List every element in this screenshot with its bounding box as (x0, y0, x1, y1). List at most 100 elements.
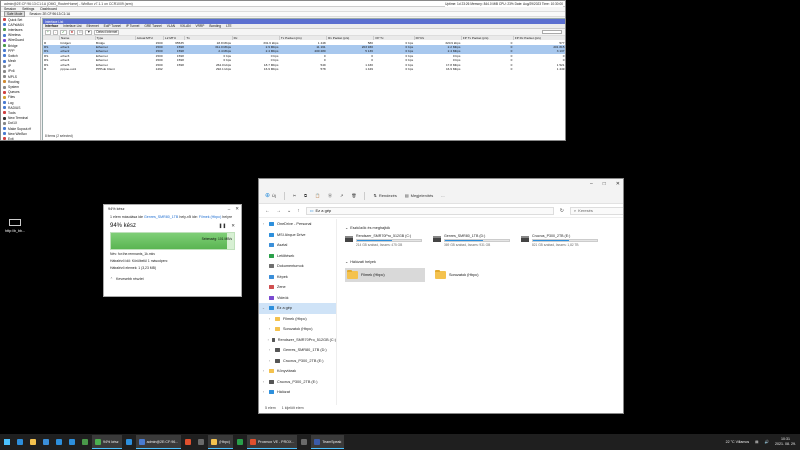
interface-tab[interactable]: LTE (226, 24, 232, 28)
menu-dashboard[interactable]: Dashboard (40, 7, 57, 11)
search-input[interactable]: ⌕ Keresés (569, 206, 623, 215)
interface-tab[interactable]: Interface List (63, 24, 81, 28)
chevron-icon[interactable]: ⌄ (261, 306, 266, 310)
taskbar-app[interactable] (182, 435, 194, 449)
taskbar-app[interactable] (53, 435, 65, 449)
sort-button[interactable]: ⇅ Rendezés (373, 193, 396, 198)
add-button[interactable]: + (45, 29, 51, 35)
table-row[interactable]: Rpppoe-out1 PPPoE Client 1492 292.1 kbps 16.… (43, 67, 565, 71)
chevron-icon[interactable]: › (261, 380, 266, 384)
nav-item[interactable]: › Genres_SMR80_1TB (D:) (259, 345, 336, 356)
enable-button[interactable]: ✔ (59, 29, 67, 35)
interface-tab[interactable]: Bonding (209, 24, 221, 28)
taskbar-app[interactable] (234, 435, 246, 449)
rename-button[interactable]: Ⓐ (328, 193, 332, 199)
taskbar-app[interactable]: TeamSpeak (311, 435, 345, 449)
drives-section-header[interactable]: ⌄ Eszközök és meghajtók (345, 225, 619, 231)
up-arrow-icon[interactable]: ↑ (297, 208, 300, 214)
disable-button[interactable]: ✖ (68, 29, 76, 35)
nav-item[interactable]: › Rendszer_SMR70Pro_512GB (C:) (259, 335, 336, 346)
nav-item[interactable]: Videók (259, 293, 336, 304)
taskbar-app[interactable] (27, 435, 39, 449)
interface-tab[interactable]: VRRP (196, 24, 205, 28)
weather-widget[interactable]: 22 °C Villamos (726, 440, 750, 444)
volume-icon[interactable]: 🔊 (765, 440, 769, 444)
drive-tile[interactable]: Crucrus_P300_2TB (E:) 821 GB szabad, össz… (521, 234, 601, 247)
interface-tab[interactable]: VXLAN (180, 24, 190, 28)
remove-button[interactable]: - (52, 29, 58, 35)
taskbar-app[interactable]: Proxmox VE - PROX... (247, 435, 298, 449)
taskbar-app[interactable]: (Hbpc) (208, 435, 234, 449)
taskbar-app[interactable] (195, 435, 207, 449)
nav-item[interactable]: › Hálózat (259, 387, 336, 398)
chevron-down-icon[interactable]: ⌄ (287, 208, 291, 214)
desktop-shortcut[interactable]: http:\\b_bb... (4, 219, 26, 233)
taskbar-app[interactable] (66, 435, 78, 449)
nav-item[interactable]: › Crucrus_P300_2TB (E:) (259, 377, 336, 388)
copy-button[interactable]: ⧉ (304, 193, 307, 198)
copy-destination-link[interactable]: Filmek (Hbpc) (199, 215, 221, 219)
clock[interactable]: 10:31 2021. 08. 29. (775, 437, 796, 447)
nav-item[interactable]: › OneDrive - Personal (259, 219, 336, 230)
sidebar-item[interactable]: Exit (1, 136, 40, 140)
interface-tab[interactable]: GRE Tunnel (144, 24, 161, 28)
chevron-icon[interactable]: › (261, 222, 266, 226)
interface-tab[interactable]: Ethernet (87, 24, 99, 28)
chevron-icon[interactable]: › (267, 327, 272, 331)
interface-tab[interactable]: IP Tunnel (126, 24, 139, 28)
minimize-icon[interactable]: – (228, 207, 231, 212)
copy-source-link[interactable]: Genres_SMR80_1TB (144, 215, 178, 219)
network-section-header[interactable]: ⌄ Hálózati helyek (345, 259, 619, 265)
taskbar-app[interactable]: admin@2E:CF:96... (135, 435, 182, 449)
network-icon[interactable]: ▤ (755, 440, 758, 444)
chevron-icon[interactable]: › (261, 369, 266, 373)
nav-item[interactable]: ⌄ Ez a gép (259, 303, 336, 314)
new-button[interactable]: ⊕ Új (265, 192, 276, 199)
refresh-icon[interactable]: ↻ (560, 208, 564, 214)
address-bar[interactable]: ▭ Ez a gép (305, 206, 554, 215)
fewer-details-button[interactable]: ⌃ Kevesebb részlet (104, 272, 241, 286)
filter-button[interactable]: ▼ (85, 29, 93, 35)
find-input[interactable] (542, 30, 562, 34)
taskbar-app[interactable] (79, 435, 91, 449)
interface-tab[interactable]: Interface (45, 24, 58, 28)
close-icon[interactable]: ✕ (616, 181, 620, 187)
nav-item[interactable]: › Sorozatok (Hbpc) (259, 324, 336, 335)
nav-item[interactable]: Zene (259, 282, 336, 293)
nav-item[interactable]: Letöltések (259, 251, 336, 262)
cut-button[interactable]: ✂ (293, 193, 296, 198)
taskbar-app[interactable] (40, 435, 52, 449)
detect-internet-button[interactable]: Detect Internet (94, 29, 120, 35)
more-button[interactable]: ... (441, 193, 444, 198)
interface-tab[interactable]: EoIP Tunnel (104, 24, 121, 28)
nav-item[interactable]: Képek (259, 272, 336, 283)
chevron-icon[interactable]: › (267, 317, 272, 321)
chevron-icon[interactable]: › (267, 348, 272, 352)
chevron-icon[interactable]: › (267, 338, 269, 342)
taskbar-app[interactable]: 94% kész (92, 435, 122, 449)
taskbar-app[interactable] (14, 435, 26, 449)
back-arrow-icon[interactable]: ← (265, 208, 270, 214)
nav-item[interactable]: › Filmek (Hbpc) (259, 314, 336, 325)
minimize-icon[interactable]: – (590, 181, 593, 187)
nav-item[interactable]: › Crucrus_P300_2TB (E:) (259, 356, 336, 367)
forward-arrow-icon[interactable]: → (276, 208, 281, 214)
interface-tab[interactable]: VLAN (167, 24, 175, 28)
taskbar-app[interactable] (123, 435, 135, 449)
nav-item[interactable]: › Könyvtárak (259, 366, 336, 377)
nav-item[interactable]: Dokumentumok (259, 261, 336, 272)
maximize-icon[interactable]: □ (603, 181, 606, 187)
taskbar-app[interactable] (298, 435, 310, 449)
network-folder[interactable]: Filmek (Hbpc) (345, 268, 425, 282)
copy-dialog-titlebar[interactable]: 94% kész – ✕ (104, 205, 241, 213)
pause-icon[interactable]: ❚❚ (219, 223, 227, 229)
view-button[interactable]: ▤ Megjelenítés (405, 193, 433, 198)
start-button[interactable] (0, 434, 14, 450)
paste-button[interactable]: 📋 (315, 193, 320, 198)
nav-item[interactable]: MSI Airque Drive (259, 230, 336, 241)
network-folder[interactable]: Sorozatok (Hbpc) (433, 268, 513, 282)
share-button[interactable]: ↗ (340, 193, 343, 198)
cancel-icon[interactable]: ✕ (231, 223, 235, 229)
comment-button[interactable]: □ (77, 29, 84, 35)
nav-item[interactable]: Asztal (259, 240, 336, 251)
